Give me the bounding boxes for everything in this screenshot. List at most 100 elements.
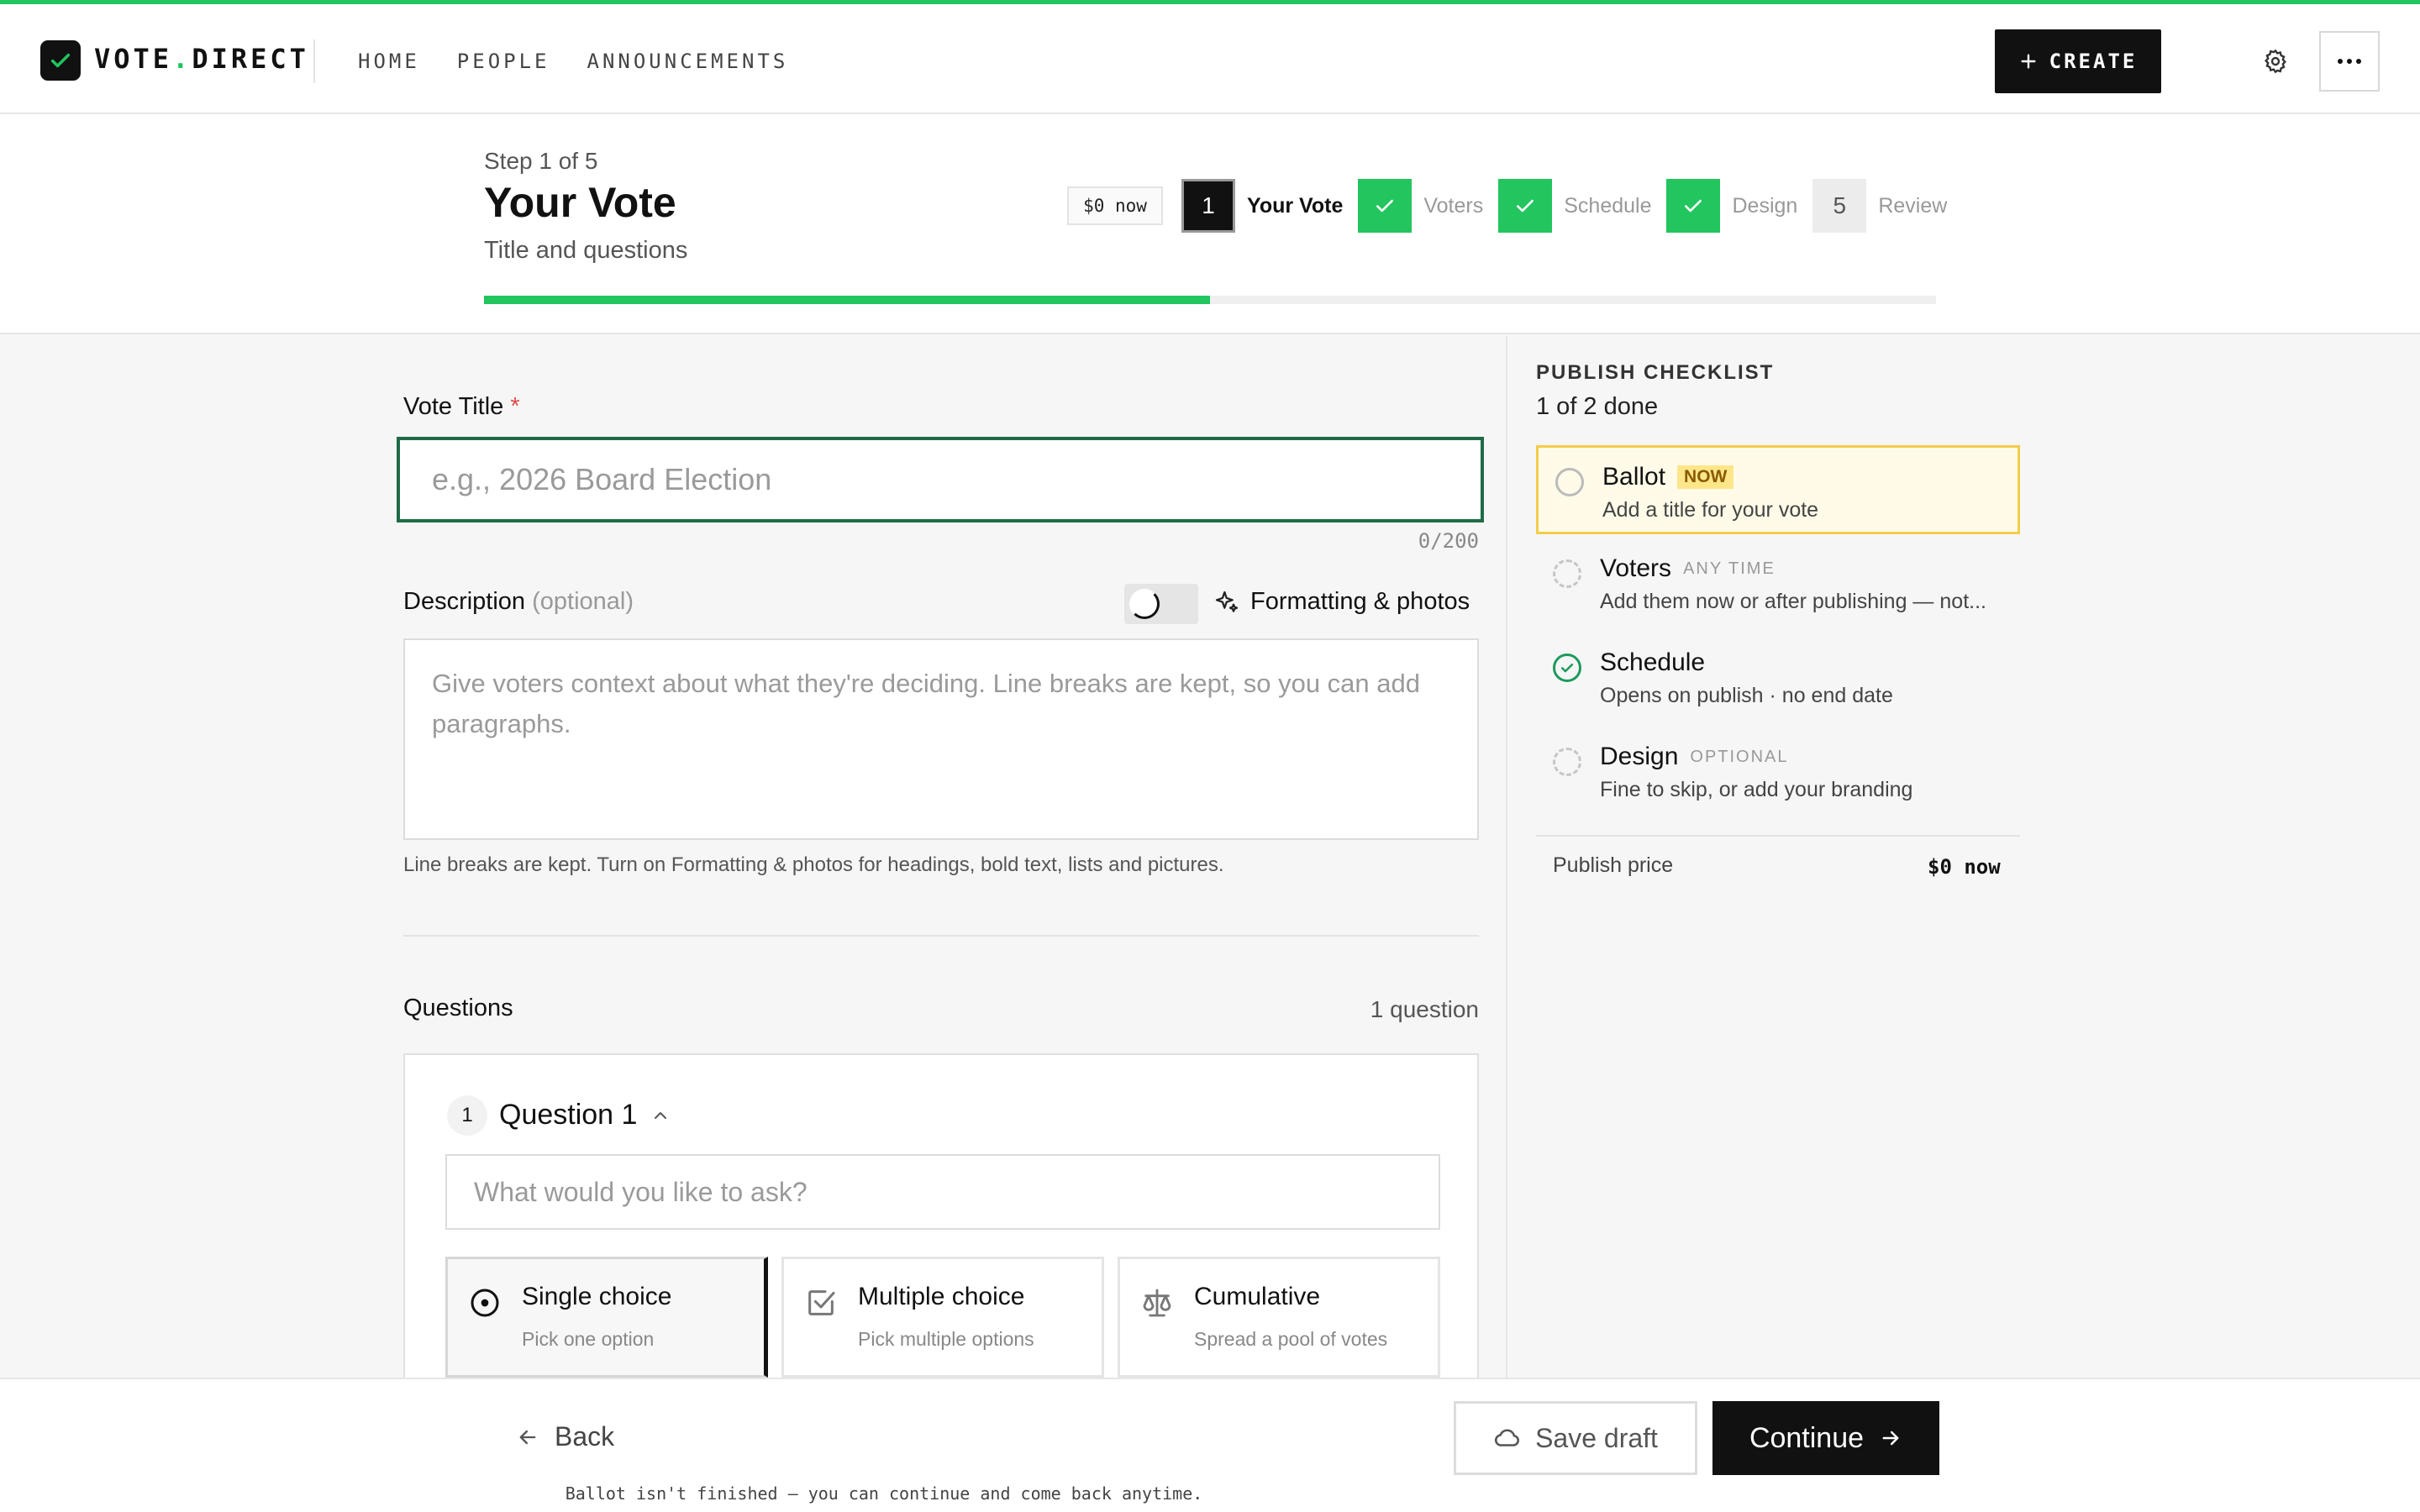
publish-checklist-panel: PUBLISH CHECKLIST 1 of 2 done Ballot NOW … xyxy=(1506,336,2420,1378)
main-form: Vote Title * 0/200 Description (optional… xyxy=(0,336,1506,1406)
dashed-circle-icon xyxy=(1553,559,1581,588)
checklist-item-title: Voters xyxy=(1600,554,1672,582)
nav-link-home[interactable]: HOME xyxy=(358,50,420,73)
scale-icon xyxy=(1143,1289,1171,1317)
question-type-options: Single choice Pick one option Multiple c… xyxy=(445,1257,1440,1378)
type-name: Multiple choice xyxy=(858,1283,1025,1310)
formatting-toggle[interactable] xyxy=(1124,584,1198,624)
checklist-item-desc: Add a title for your vote xyxy=(1602,498,1819,522)
step-progress-bar xyxy=(484,296,1936,304)
step-1-label[interactable]: Your Vote xyxy=(1247,194,1343,218)
more-dot-icon xyxy=(2347,59,2352,64)
cloud-icon xyxy=(1495,1429,1520,1446)
nav-separator xyxy=(313,39,315,83)
questions-count: 1 question xyxy=(1370,996,1479,1022)
questions-heading: Questions xyxy=(403,995,513,1021)
main-nav: HOME PEOPLE ANNOUNCEMENTS xyxy=(358,50,788,73)
checklist-item-desc: Opens on publish · no end date xyxy=(1600,684,1893,707)
checklist-item-desc: Add them now or after publishing — not..… xyxy=(1600,590,1986,613)
sparkle-icon xyxy=(1215,591,1239,612)
step-3-check-icon[interactable] xyxy=(1498,179,1553,233)
checkbox-icon xyxy=(808,1290,835,1315)
checklist-divider xyxy=(1536,835,2020,837)
continue-label: Continue xyxy=(1749,1421,1865,1454)
page-subtitle: Title and questions xyxy=(484,237,688,264)
description-label: Description (optional) xyxy=(403,588,634,616)
optional-tag: OPTIONAL xyxy=(1690,747,1789,766)
step-1-marker[interactable]: 1 xyxy=(1181,179,1235,233)
chevron-up-icon[interactable] xyxy=(650,1105,671,1130)
more-menu-button[interactable] xyxy=(2319,31,2380,92)
checklist-item-name: Ballot NOW xyxy=(1602,463,1734,491)
logo-wordmark[interactable]: VOTE.DIRECT xyxy=(94,43,309,75)
step-3-label[interactable]: Schedule xyxy=(1564,194,1651,218)
step-5-number: 5 xyxy=(1833,192,1847,218)
publish-price-value: $0 now xyxy=(1928,855,2001,879)
continue-button[interactable]: Continue xyxy=(1712,1401,1939,1475)
checklist-item-title: Schedule xyxy=(1600,648,1706,676)
save-draft-button[interactable]: Save draft xyxy=(1454,1401,1697,1475)
step-2-label[interactable]: Voters xyxy=(1423,194,1483,218)
step-5-marker[interactable]: 5 xyxy=(1812,179,1867,233)
checklist-item-schedule[interactable]: Schedule Opens on publish · no end date xyxy=(1536,633,2020,722)
formatting-photos-label[interactable]: Formatting & photos xyxy=(1213,588,1470,616)
step-1-number: 1 xyxy=(1202,192,1215,218)
step-4-label[interactable]: Design xyxy=(1732,194,1797,218)
question-title[interactable]: Question 1 xyxy=(499,1099,637,1131)
question-number: 1 xyxy=(447,1095,487,1136)
more-dot-icon xyxy=(2356,59,2361,64)
checklist-item-name: Voters ANY TIME xyxy=(1600,554,1776,583)
step-4-check-icon[interactable] xyxy=(1666,179,1721,233)
logo-tail: DIRECT xyxy=(192,43,309,75)
type-description: Pick one option xyxy=(522,1328,655,1350)
type-name: Cumulative xyxy=(1194,1283,1321,1310)
checklist-item-design[interactable]: Design OPTIONAL Fine to skip, or add your… xyxy=(1536,727,2020,816)
radio-icon xyxy=(471,1289,499,1317)
type-description: Spread a pool of votes xyxy=(1194,1328,1388,1350)
back-label: Back xyxy=(555,1421,615,1452)
publish-price-label: Publish price xyxy=(1553,853,1674,877)
step-2-check-icon[interactable] xyxy=(1358,179,1413,233)
question-card: 1 Question 1 Single choice Pick one opti… xyxy=(403,1053,1479,1406)
save-draft-label: Save draft xyxy=(1535,1422,1658,1453)
section-divider xyxy=(403,935,1479,937)
description-textarea[interactable] xyxy=(403,638,1479,840)
settings-gear-icon[interactable] xyxy=(2260,46,2291,76)
checklist-heading: PUBLISH CHECKLIST xyxy=(1536,361,1775,384)
toggle-knob xyxy=(1129,589,1160,619)
empty-circle-icon xyxy=(1555,468,1584,496)
more-dot-icon xyxy=(2338,59,2343,64)
footer-bar: Back Save draft Continue Ballot isn't fi… xyxy=(0,1378,2420,1512)
description-hint: Line breaks are kept. Turn on Formatting… xyxy=(403,853,1224,876)
logo-check-icon[interactable] xyxy=(40,40,81,81)
type-description: Pick multiple options xyxy=(858,1328,1034,1350)
checklist-item-desc: Fine to skip, or add your branding xyxy=(1600,778,1913,801)
stepper: 1 Your Vote Voters Schedule Design 5 Rev… xyxy=(1181,179,1947,233)
type-name: Single choice xyxy=(522,1283,672,1310)
type-cumulative[interactable]: Cumulative Spread a pool of votes xyxy=(1118,1257,1440,1378)
nav-link-announcements[interactable]: ANNOUNCEMENTS xyxy=(587,50,789,73)
vote-title-label-text: Vote Title xyxy=(403,393,504,420)
step-counter: Step 1 of 5 xyxy=(484,148,598,174)
optional-tag: (optional) xyxy=(532,588,634,615)
title-char-counter: 0/200 xyxy=(1418,529,1479,553)
page-title: Your Vote xyxy=(484,179,676,226)
checklist-item-name: Schedule xyxy=(1600,648,1705,677)
footer-note: Ballot isn't finished — you can continue… xyxy=(565,1483,1203,1504)
step-5-label[interactable]: Review xyxy=(1878,194,1947,218)
vote-title-input[interactable] xyxy=(397,437,1484,522)
checklist-item-voters[interactable]: Voters ANY TIME Add them now or after pub… xyxy=(1536,539,2020,628)
create-button[interactable]: CREATE xyxy=(1995,29,2161,93)
type-single-choice[interactable]: Single choice Pick one option xyxy=(445,1257,768,1378)
type-multiple-choice[interactable]: Multiple choice Pick multiple options xyxy=(781,1257,1104,1378)
top-navbar: VOTE.DIRECT HOME PEOPLE ANNOUNCEMENTS CR… xyxy=(0,4,2420,114)
nav-link-people[interactable]: PEOPLE xyxy=(457,50,550,73)
question-text-input[interactable] xyxy=(445,1154,1440,1230)
checklist-item-title: Ballot xyxy=(1602,463,1666,491)
checklist-item-ballot[interactable]: Ballot NOW Add a title for your vote xyxy=(1536,445,2020,534)
now-badge: NOW xyxy=(1677,465,1734,489)
check-circle-icon xyxy=(1553,654,1581,682)
create-label: CREATE xyxy=(2049,50,2138,73)
description-label-text: Description xyxy=(403,588,526,615)
back-button[interactable]: Back xyxy=(516,1421,614,1452)
